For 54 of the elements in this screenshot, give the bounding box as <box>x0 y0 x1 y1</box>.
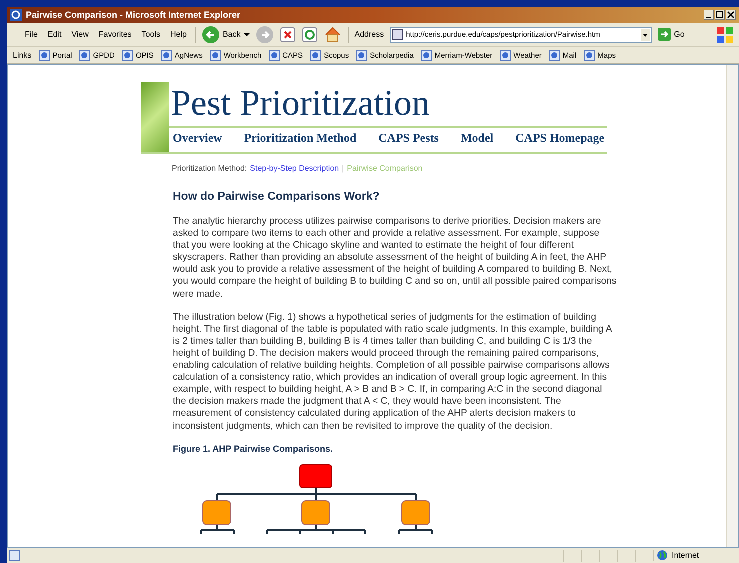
page-status-icon <box>9 550 21 562</box>
page-icon <box>122 50 133 60</box>
page-icon <box>584 50 595 60</box>
page-icon <box>79 50 90 60</box>
page-icon <box>392 29 404 40</box>
minimize-icon[interactable] <box>704 10 714 20</box>
page-icon <box>420 50 432 60</box>
menu-item[interactable]: Help <box>168 30 189 39</box>
paragraph: The analytic hierarchy process utilizes pairwise comparisons to derive priorities. Decision makers are asked to compare two items to each other and provide a relative assessment. For example, suppose that you were looking at the Chicago skyline and wanted to estimate the height of four different skyscrapers. Rather than providing an absolute assessment of the height of building A in feet, the AHP would ask you to provide a relative assessment of the height of building A compared to building B. Next, you would compare the height of building B to building C and so on, until all possible paired comparisons were made. <box>173 216 617 301</box>
home-icon[interactable] <box>324 26 342 44</box>
nav-link[interactable]: Overview <box>173 131 222 146</box>
refresh-icon[interactable] <box>302 26 318 42</box>
go-button[interactable]: Go <box>658 28 685 41</box>
globe-icon <box>657 550 668 561</box>
back-button[interactable]: Back <box>202 26 250 44</box>
page-icon <box>500 50 511 60</box>
page-icon <box>310 50 322 60</box>
page-icon <box>160 50 172 60</box>
browser-icon <box>10 9 22 21</box>
menu-item[interactable]: Favorites <box>96 30 134 39</box>
links-label: Links <box>13 50 32 60</box>
maximize-icon[interactable] <box>715 10 725 20</box>
windows-flag-icon <box>715 24 735 44</box>
figure-caption: Figure 1. AHP Pairwise Comparisons. <box>173 444 334 454</box>
page-icon <box>356 50 368 60</box>
breadcrumb-label: Prioritization Method: <box>172 164 248 173</box>
menu-item[interactable]: Tools <box>140 30 162 39</box>
nav-link[interactable]: Model <box>460 131 494 146</box>
menu-item[interactable]: Edit <box>46 30 64 39</box>
page-icon <box>548 50 560 60</box>
address-label: Address <box>354 30 384 39</box>
breadcrumb-link[interactable]: Step-by-Step Description <box>250 164 340 173</box>
go-arrow-icon <box>658 28 672 41</box>
paragraph: The illustration below (Fig. 1) shows a hypothetical series of judgments for the estimation of building height. The first diagonal of the table is populated with ratio scale judgments. In this example, building A is 2 times taller than building B, building B is 4 times taller than building C, and building C is 1/3 the height of building D. The decision makers would proceed through the remaining paired comparisons, enabling calculation of relative building heights. Completion of all possible pairwise comparisons allows calculation of a consistency ratio, which provides an indication of overall group logic agreement. In this example, with respect to building height, A > B and B > C. If, in comparing A:C in the second diagonal the decision makers made the judgment that A < C, they would have been inconsistent. The measurement of consistency calculated during application of the AHP alerts decision makers to inconsistent judgments, which can then be revisited to improve the quality of the decision. <box>173 312 614 433</box>
zone-label: Internet <box>672 551 700 560</box>
dropdown-icon[interactable] <box>641 28 650 40</box>
leaf-photo-placeholder <box>141 82 169 152</box>
page-icon <box>210 50 221 60</box>
section-heading: How do Pairwise Comparisons Work? <box>173 191 381 203</box>
menu-item[interactable]: File <box>23 30 40 39</box>
nav-link[interactable]: CAPS Homepage <box>516 131 605 146</box>
caret-icon <box>244 32 250 38</box>
menu-item[interactable]: View <box>70 30 91 39</box>
window-title: Pairwise Comparison - Microsoft Internet Explorer <box>26 10 241 20</box>
scrollbar[interactable] <box>726 65 738 547</box>
breadcrumb-separator: | <box>342 164 344 173</box>
page-icon <box>268 50 280 60</box>
breadcrumb-current: Pairwise Comparison <box>347 164 423 173</box>
nav-link[interactable]: Prioritization Method <box>244 131 357 146</box>
page-icon <box>38 50 50 60</box>
site-title: Pest Prioritization <box>169 82 607 128</box>
close-icon[interactable] <box>726 10 736 20</box>
stop-icon[interactable] <box>280 26 296 42</box>
nav-link[interactable]: CAPS Pests <box>378 131 439 146</box>
